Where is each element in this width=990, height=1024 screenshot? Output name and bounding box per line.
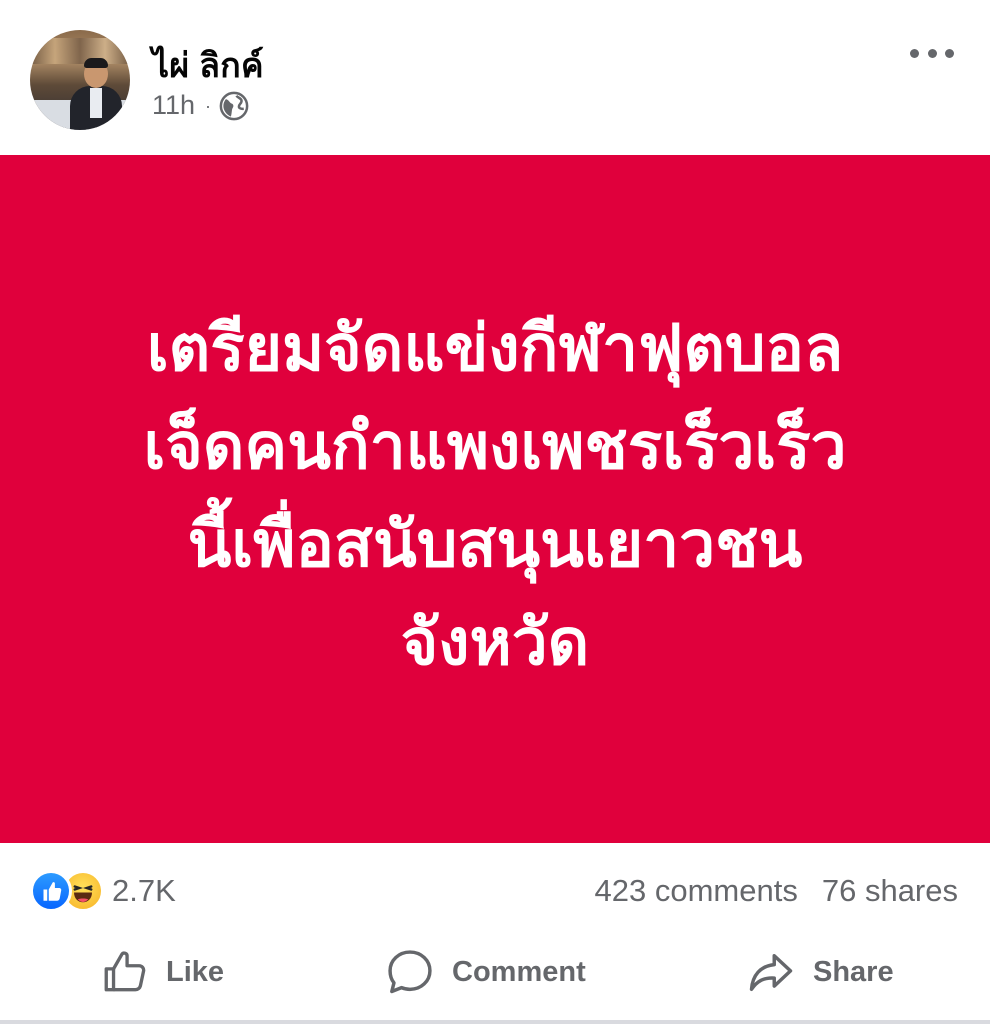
more-horizontal-icon <box>945 48 954 58</box>
thumbs-up-icon <box>104 951 146 992</box>
share-arrow-icon <box>749 954 793 992</box>
avatar-person-hair <box>84 58 108 68</box>
comment-label: Comment <box>452 955 586 988</box>
action-bar: Like Comment Share <box>0 938 990 1006</box>
post-text: เตรียมจัดแข่งกีฬาฟุตบอล เจ็ดคนกำแพงเพชรเ… <box>45 300 945 692</box>
globe-icon[interactable] <box>219 91 249 121</box>
post-text-line: จังหวัด <box>400 606 590 680</box>
more-horizontal-icon <box>910 48 919 58</box>
avatar[interactable] <box>30 30 130 130</box>
avatar-background <box>30 38 130 64</box>
engagement-stats: 423 comments 76 shares <box>595 873 958 909</box>
post-text-card[interactable]: เตรียมจัดแข่งกีฬาฟุตบอล เจ็ดคนกำแพงเพชรเ… <box>0 155 990 843</box>
more-horizontal-icon <box>927 48 937 58</box>
like-reaction-icon <box>30 870 72 912</box>
avatar-person-shirt <box>90 88 102 118</box>
author-name[interactable]: ไผ่ ลิกค์ <box>152 38 264 92</box>
share-label: Share <box>813 955 894 988</box>
post: ไผ่ ลิกค์ 11h · เตรียมจัดแข่งกีฬาฟุตบอล … <box>0 0 990 1024</box>
post-time[interactable]: 11h <box>152 90 195 121</box>
post-text-line: เจ็ดคนกำแพงเพชรเร็วเร็ว <box>143 410 847 484</box>
reactions-summary[interactable]: 2.7K <box>30 870 176 912</box>
comment-bubble-icon <box>388 950 432 994</box>
post-text-line: นี้เพื่อสนับสนุนเยาวชน <box>187 508 803 582</box>
post-text-line: เตรียมจัดแข่งกีฬาฟุตบอล <box>146 312 844 386</box>
share-button[interactable]: Share <box>745 946 894 998</box>
like-label: Like <box>166 955 225 988</box>
divider <box>0 1020 990 1024</box>
reaction-count: 2.7K <box>112 873 176 908</box>
more-options-button[interactable] <box>910 38 954 68</box>
post-meta: 11h · <box>152 90 249 121</box>
meta-separator: · <box>205 95 212 116</box>
comments-count-link[interactable]: 423 comments <box>595 873 798 909</box>
shares-count-link[interactable]: 76 shares <box>822 873 958 909</box>
comment-button[interactable]: Comment <box>384 946 586 998</box>
like-button[interactable]: Like <box>100 947 224 997</box>
